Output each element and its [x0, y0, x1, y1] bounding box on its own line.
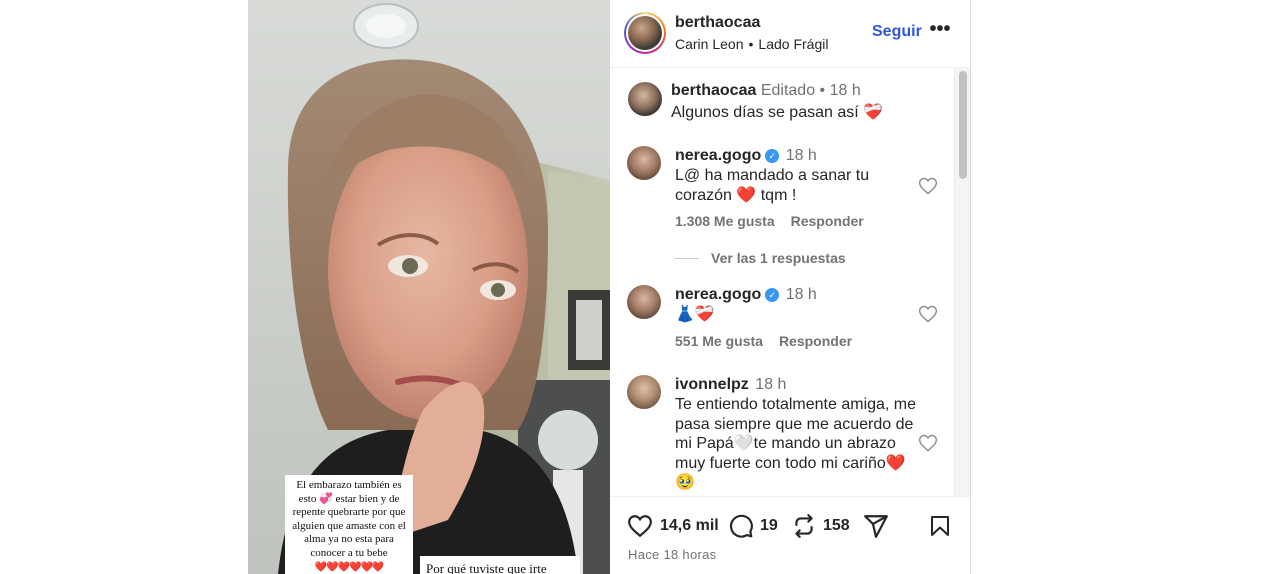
view-replies-button[interactable]: Ver las 1 respuestas — [675, 250, 846, 266]
reposts-count[interactable]: 158 — [823, 517, 850, 535]
like-action[interactable]: 14,6 mil — [626, 513, 719, 539]
caption-dot: • — [819, 82, 826, 99]
bookmark-icon[interactable] — [928, 513, 952, 539]
replies-divider — [675, 258, 699, 259]
comment-header: nerea.gogo ✓ 18 h — [675, 286, 817, 304]
comment-like-heart-icon[interactable] — [918, 304, 938, 324]
audio-song[interactable]: Lado Frágil — [758, 36, 828, 52]
caption-username[interactable]: berthaocaa — [671, 82, 756, 99]
caption-header: berthaocaa Editado • 18 h — [671, 82, 861, 100]
verified-badge-icon: ✓ — [765, 149, 780, 163]
post-media[interactable]: El embarazo también es esto 💞 estar bien… — [248, 0, 610, 574]
comments-scrollbar[interactable] — [954, 68, 970, 496]
commenter-avatar[interactable] — [627, 146, 661, 180]
more-options-icon[interactable]: ••• — [928, 19, 952, 44]
heart-icon[interactable] — [626, 513, 654, 539]
audio-info[interactable]: Carin Leon • Lado Frágil — [675, 36, 828, 52]
media-text-card: El embarazo también es esto 💞 estar bien… — [285, 475, 413, 574]
post-sidebar: berthaocaa Carin Leon • Lado Frágil Seguir… — [610, 0, 971, 574]
reply-button[interactable]: Responder — [779, 333, 852, 349]
post-page: El embarazo también es esto 💞 estar bien… — [0, 0, 1280, 574]
comment-text: L@ ha mandado a sanar tu corazón ❤️ tqm … — [675, 167, 870, 204]
comment-likes[interactable]: 551 Me gusta — [675, 333, 763, 349]
media-text-card-secondary: Por qué tuviste que irte — [420, 556, 580, 574]
comment-like-heart-icon[interactable] — [918, 176, 938, 196]
commenter-username[interactable]: nerea.gogo — [675, 147, 761, 164]
caption-avatar[interactable] — [628, 82, 662, 116]
reply-button[interactable]: Responder — [791, 213, 864, 229]
commenter-avatar[interactable] — [627, 375, 661, 409]
audio-separator: • — [748, 36, 754, 52]
media-text-card-body: El embarazo también es esto 💞 estar bien… — [292, 479, 406, 559]
save-action[interactable] — [928, 513, 952, 539]
comment-time: 18 h — [785, 286, 817, 303]
repost-icon[interactable] — [791, 513, 817, 539]
caption-edited: Editado — [760, 82, 816, 99]
commenter-username[interactable]: nerea.gogo — [675, 286, 761, 303]
post-actions-bar: 14,6 mil 19 158 Hace 18 horas — [610, 496, 970, 574]
comment-icon[interactable] — [728, 513, 754, 539]
comment-text: 👗❤️‍🩹 — [675, 306, 715, 323]
caption-text: Algunos días se pasan así ❤️‍🩹 — [671, 104, 884, 121]
share-icon[interactable] — [862, 513, 890, 539]
audio-artist[interactable]: Carin Leon — [675, 36, 744, 52]
comment-header: ivonnelpz 18 h — [675, 376, 786, 394]
comment-like-heart-icon[interactable] — [918, 433, 938, 453]
author-avatar[interactable] — [624, 12, 666, 54]
share-action[interactable] — [862, 513, 890, 539]
comment-text: Te entiendo totalmente amiga, me pasa si… — [675, 396, 917, 491]
commenter-username[interactable]: ivonnelpz — [675, 376, 749, 393]
follow-button[interactable]: Seguir — [872, 23, 922, 41]
post-header: berthaocaa Carin Leon • Lado Frágil Seguir… — [610, 0, 970, 68]
comment-actions: 1.308 Me gusta Responder — [675, 213, 864, 229]
author-username[interactable]: berthaocaa — [675, 14, 760, 32]
comment-actions: 551 Me gusta Responder — [675, 333, 852, 349]
comment-likes[interactable]: 1.308 Me gusta — [675, 213, 775, 229]
comment-time: 18 h — [785, 147, 817, 164]
verified-badge-icon: ✓ — [765, 288, 780, 302]
comments-count[interactable]: 19 — [760, 517, 778, 535]
likes-count[interactable]: 14,6 mil — [660, 517, 719, 535]
commenter-avatar[interactable] — [627, 285, 661, 319]
caption-time: 18 h — [829, 82, 861, 99]
media-text-card-hearts: ❤️❤️❤️❤️❤️❤️ — [314, 561, 385, 573]
repost-action[interactable]: 158 — [791, 513, 850, 539]
comment-header: nerea.gogo ✓ 18 h — [675, 147, 817, 165]
scrollbar-thumb[interactable] — [959, 71, 967, 179]
post-time-ago: Hace 18 horas — [628, 547, 717, 562]
comments-list[interactable]: berthaocaa Editado • 18 h Algunos días s… — [610, 68, 953, 496]
comment-time: 18 h — [755, 376, 787, 393]
comment-action[interactable]: 19 — [728, 513, 778, 539]
view-replies-label[interactable]: Ver las 1 respuestas — [711, 250, 846, 266]
